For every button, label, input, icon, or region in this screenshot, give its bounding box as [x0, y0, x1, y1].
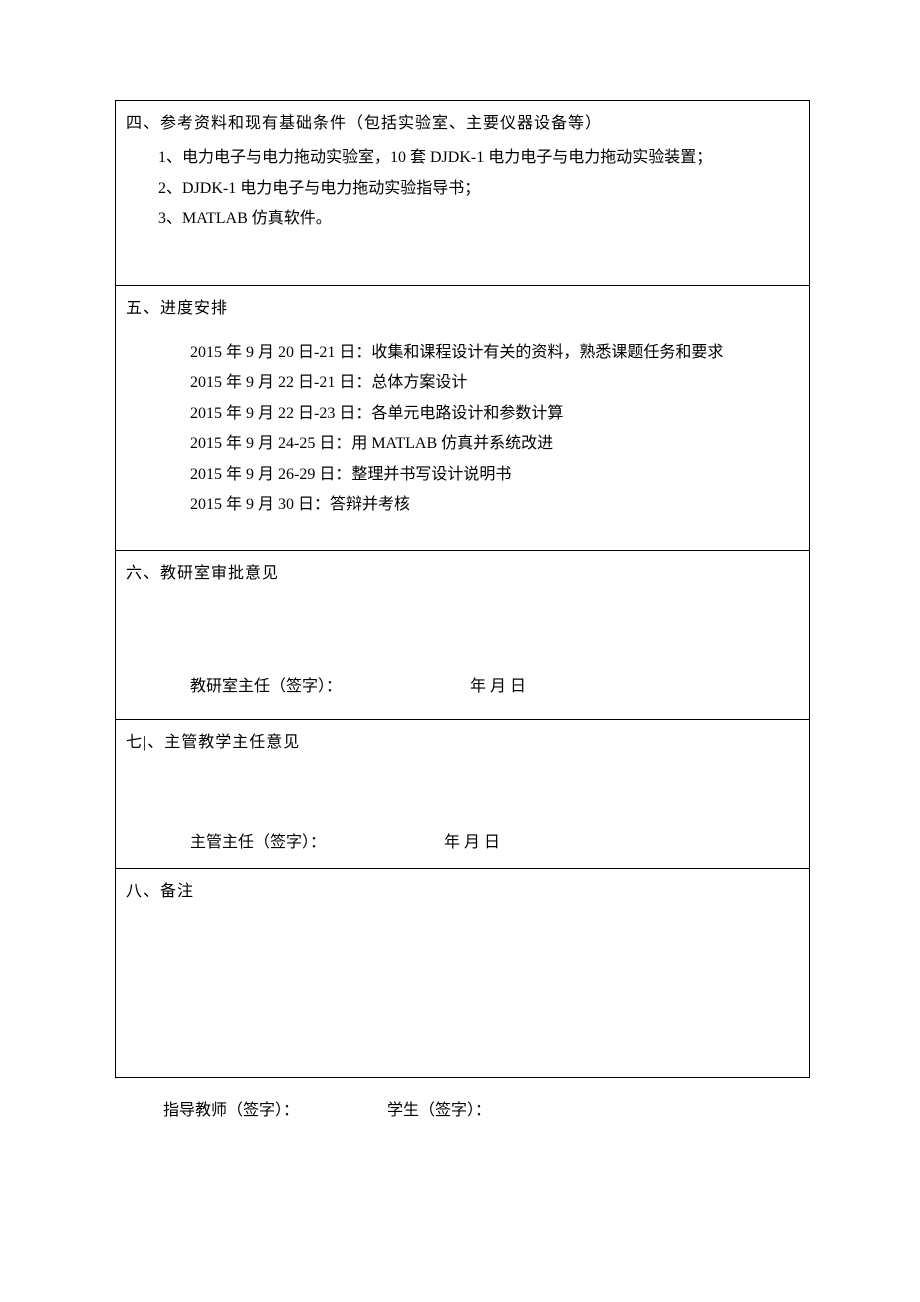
section-7-date-label: 年 月 日 [444, 828, 500, 858]
form-table: 四、参考资料和现有基础条件（包括实验室、主要仪器设备等） 1、电力电子与电力拖动… [115, 100, 810, 1078]
footer-signatures: 指导教师（签字）： 学生（签字）： [115, 1096, 810, 1126]
section-6-signature-line: 教研室主任（签字）： 年 月 日 [126, 672, 799, 702]
section-4-item-3: 3、MATLAB 仿真软件。 [126, 204, 799, 234]
section-4-heading: 四、参考资料和现有基础条件（包括实验室、主要仪器设备等） [126, 109, 799, 139]
student-sign-label: 学生（签字）： [387, 1102, 491, 1119]
section-5-cell: 五、进度安排 2015 年 9 月 20 日-21 日：收集和课程设计有关的资料… [116, 285, 810, 551]
section-4-cell: 四、参考资料和现有基础条件（包括实验室、主要仪器设备等） 1、电力电子与电力拖动… [116, 101, 810, 286]
section-5-item-4: 2015 年 9 月 24-25 日：用 MATLAB 仿真并系统改进 [126, 429, 799, 459]
section-5-item-6: 2015 年 9 月 30 日：答辩并考核 [126, 490, 799, 520]
section-7-cell: 七|、主管教学主任意见 主管主任（签字）： 年 月 日 [116, 720, 810, 869]
section-5-item-5: 2015 年 9 月 26-29 日：整理并书写设计说明书 [126, 460, 799, 490]
section-5-heading: 五、进度安排 [126, 294, 799, 324]
document-page: 四、参考资料和现有基础条件（包括实验室、主要仪器设备等） 1、电力电子与电力拖动… [0, 0, 920, 1302]
section-7-signature-line: 主管主任（签字）： 年 月 日 [126, 828, 799, 858]
section-4-item-1: 1、电力电子与电力拖动实验室，10 套 DJDK-1 电力电子与电力拖动实验装置… [126, 143, 799, 173]
section-6-heading: 六、教研室审批意见 [126, 559, 799, 589]
section-5-item-1: 2015 年 9 月 20 日-21 日：收集和课程设计有关的资料，熟悉课题任务… [126, 338, 799, 368]
teacher-sign-label: 指导教师（签字）： [163, 1102, 299, 1119]
section-6-cell: 六、教研室审批意见 教研室主任（签字）： 年 月 日 [116, 551, 810, 720]
section-8-cell: 八、备注 [116, 869, 810, 1078]
section-7-heading: 七|、主管教学主任意见 [126, 728, 799, 758]
section-5-item-2: 2015 年 9 月 22 日-21 日：总体方案设计 [126, 368, 799, 398]
section-4-item-2: 2、DJDK-1 电力电子与电力拖动实验指导书； [126, 174, 799, 204]
section-6-date-label: 年 月 日 [470, 672, 526, 702]
section-5-item-3: 2015 年 9 月 22 日-23 日：各单元电路设计和参数计算 [126, 399, 799, 429]
section-7-sig-label: 主管主任（签字）： [190, 834, 326, 851]
section-8-heading: 八、备注 [126, 877, 799, 907]
section-6-sig-label: 教研室主任（签字）： [190, 678, 342, 695]
